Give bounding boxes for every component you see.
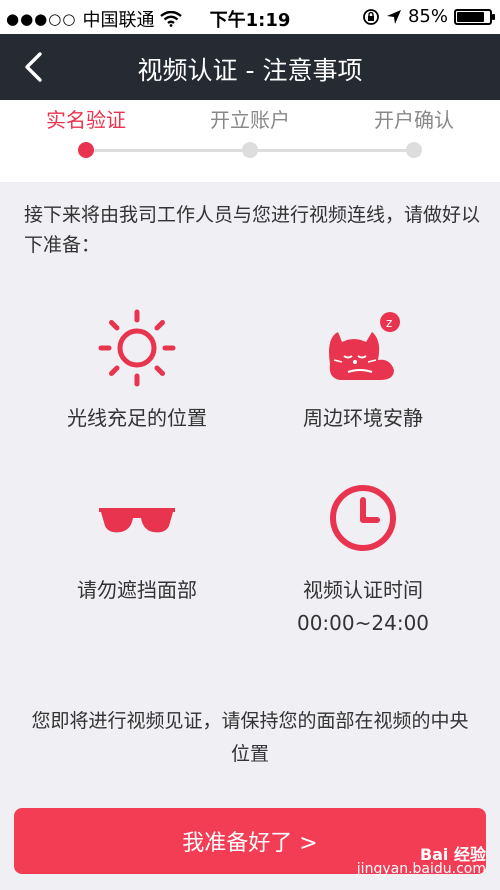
battery-percentage: 85% <box>407 6 448 27</box>
battery-fill <box>457 11 484 22</box>
clock-icon <box>330 485 396 551</box>
requirement-label-quiet: 周边环境安静 <box>303 406 423 430</box>
navigation-bar: 视频认证 - 注意事项 <box>0 34 500 100</box>
requirement-face: 请勿遮挡面部 <box>12 480 262 603</box>
step-label-confirm: 开户确认 <box>374 108 454 132</box>
requirement-label-face: 请勿遮挡面部 <box>77 578 197 602</box>
requirement-lighting: 光线充足的位置 <box>12 308 262 431</box>
requirement-quiet: z 周边环境安静 <box>238 308 488 431</box>
watermark-site: jingyan.baidu.com <box>356 861 486 877</box>
svg-text:z: z <box>386 316 392 330</box>
step-label-real-name: 实名验证 <box>46 108 126 132</box>
watermark-brand: Bai 经验 <box>419 845 486 864</box>
watermark: Bai 经验 jingyan.baidu.com <box>356 845 486 877</box>
status-bar: ●●●○○ 中国联通 下午1:19 85% <box>0 0 500 34</box>
step-dot-confirm <box>406 142 422 158</box>
step-dot-open-account <box>242 142 258 158</box>
page-title: 视频认证 - 注意事项 <box>137 56 363 85</box>
requirement-label-time: 视频认证时间 <box>303 578 423 602</box>
intro-text: 接下来将由我司工作人员与您进行视频连线，请做好以下准备： <box>24 204 481 256</box>
step-dot-real-name <box>78 142 94 158</box>
requirement-time-range: 00:00~24:00 <box>296 611 430 635</box>
notice-text: 您即将进行视频见证，请保持您的面部在视频的中央位置 <box>31 710 469 765</box>
sun-icon <box>98 309 176 387</box>
step-progress: 实名验证 开立账户 开户确认 <box>0 100 500 182</box>
rotation-lock-icon <box>363 8 379 25</box>
sleeping-cat-icon: z <box>329 312 400 380</box>
sunglasses-icon <box>99 508 175 533</box>
step-label-open-account: 开立账户 <box>210 108 290 132</box>
location-arrow-icon <box>386 9 401 24</box>
requirement-time: 视频认证时间 00:00~24:00 <box>238 480 488 635</box>
battery-icon <box>454 8 495 25</box>
requirement-label-lighting: 光线充足的位置 <box>67 406 207 430</box>
